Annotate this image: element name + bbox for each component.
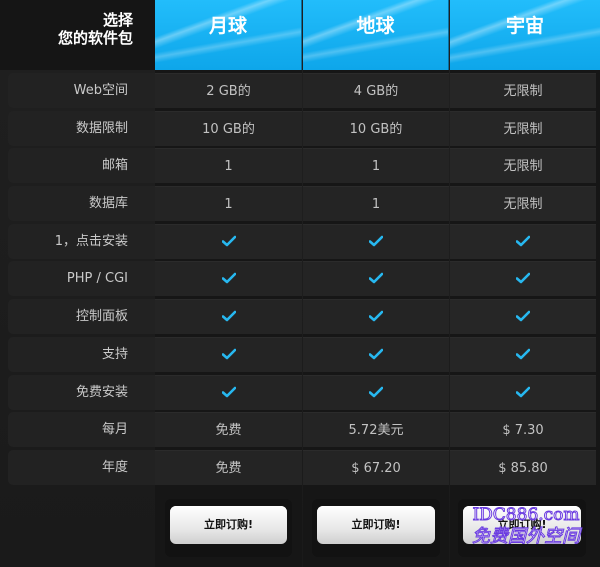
feature-included	[450, 336, 596, 372]
checkmark-icon	[369, 273, 383, 284]
feature-value: $ 67.20	[303, 449, 449, 485]
plan-header-universe: 宇宙	[450, 0, 600, 70]
feature-label: 控制面板	[8, 299, 155, 335]
feature-row: 免费安装	[0, 374, 600, 412]
feature-value: 1	[303, 148, 449, 184]
checkmark-icon	[516, 235, 530, 247]
checkmark-icon	[369, 310, 383, 322]
feature-included	[303, 336, 449, 372]
checkmark-icon	[221, 348, 236, 360]
order-button-moon[interactable]: 立即订购!	[170, 506, 287, 544]
feature-row: 数据库 1 1 无限制	[0, 185, 600, 223]
feature-value: 无限制	[450, 73, 596, 108]
feature-row: 支持	[0, 336, 600, 374]
feature-included	[155, 336, 302, 372]
checkmark-icon	[221, 235, 236, 247]
feature-value: 5.72美元	[303, 412, 449, 448]
feature-included	[155, 223, 302, 259]
plan-header-moon: 月球	[155, 0, 302, 70]
feature-included	[303, 223, 449, 259]
checkmark-icon	[516, 273, 530, 284]
feature-row: 控制面板	[0, 298, 600, 336]
feature-value: 1	[155, 148, 302, 184]
order-button-frame-moon: 立即订购!	[165, 499, 292, 557]
checkmark-icon	[221, 273, 236, 284]
feature-value: $ 7.30	[450, 412, 596, 448]
feature-value: 10 GB的	[303, 110, 449, 146]
feature-label: 年度	[8, 449, 155, 485]
feature-value: 10 GB的	[155, 110, 302, 146]
feature-value: $ 85.80	[450, 449, 596, 485]
order-button-frame-universe: 立即订购!	[458, 499, 586, 557]
feature-label: Web空间	[8, 73, 155, 108]
order-button-frame-earth: 立即订购!	[312, 499, 440, 557]
feature-label: 支持	[8, 336, 155, 372]
feature-included	[450, 374, 596, 410]
choose-package-label: 选择 您的软件包	[0, 0, 155, 70]
feature-included	[450, 261, 596, 297]
feature-rows: Web空间 2 GB的 4 GB的 无限制 数据限制 10 GB的 10 GB的 无限制 邮箱 1…	[0, 72, 600, 487]
feature-label: PHP / CGI	[8, 261, 155, 297]
feature-row: 邮箱 1 1 无限制	[0, 147, 600, 185]
feature-label: 邮箱	[8, 148, 155, 184]
feature-row: PHP / CGI	[0, 260, 600, 298]
feature-label: 每月	[8, 412, 155, 448]
feature-included	[155, 299, 302, 335]
plan-header-earth: 地球	[303, 0, 449, 70]
feature-value: 免费	[155, 412, 302, 448]
feature-row: 1，点击安装	[0, 223, 600, 261]
feature-value: 1	[303, 186, 449, 222]
checkmark-icon	[516, 348, 530, 360]
choose-label-line2: 您的软件包	[57, 29, 133, 47]
checkmark-icon	[221, 386, 236, 397]
feature-row: 数据限制 10 GB的 10 GB的 无限制	[0, 110, 600, 148]
checkmark-icon	[369, 348, 383, 360]
feature-label: 数据限制	[8, 110, 155, 146]
feature-included	[303, 299, 449, 335]
feature-label: 免费安装	[8, 374, 155, 410]
checkmark-icon	[369, 386, 383, 397]
choose-label-line1: 选择	[102, 11, 133, 29]
feature-label: 1，点击安装	[8, 223, 155, 259]
checkmark-icon	[516, 386, 530, 397]
pricing-table: 选择 您的软件包 月球 地球 宇宙 Web空间 2 GB的 4 GB的 无限制 数据限制…	[0, 0, 600, 567]
checkmark-icon	[516, 310, 530, 322]
feature-included	[155, 261, 302, 297]
feature-row: Web空间 2 GB的 4 GB的 无限制	[0, 72, 600, 110]
order-button-universe[interactable]: 立即订购!	[463, 506, 581, 544]
feature-included	[450, 223, 596, 259]
feature-value: 2 GB的	[155, 73, 302, 108]
feature-value: 无限制	[450, 110, 596, 146]
pricing-header: 选择 您的软件包 月球 地球 宇宙	[0, 0, 600, 70]
feature-row: 每月 免费 5.72美元 $ 7.30	[0, 411, 600, 449]
feature-value: 4 GB的	[303, 73, 449, 108]
feature-included	[303, 261, 449, 297]
feature-included	[155, 374, 302, 410]
checkmark-icon	[221, 310, 236, 322]
checkmark-icon	[369, 235, 383, 247]
feature-value: 免费	[155, 449, 302, 485]
feature-label: 数据库	[8, 186, 155, 222]
feature-included	[450, 299, 596, 335]
order-button-earth[interactable]: 立即订购!	[317, 506, 435, 544]
feature-value: 1	[155, 186, 302, 222]
feature-value: 无限制	[450, 148, 596, 184]
feature-included	[303, 374, 449, 410]
feature-row: 年度 免费 $ 67.20 $ 85.80	[0, 449, 600, 487]
feature-value: 无限制	[450, 186, 596, 222]
